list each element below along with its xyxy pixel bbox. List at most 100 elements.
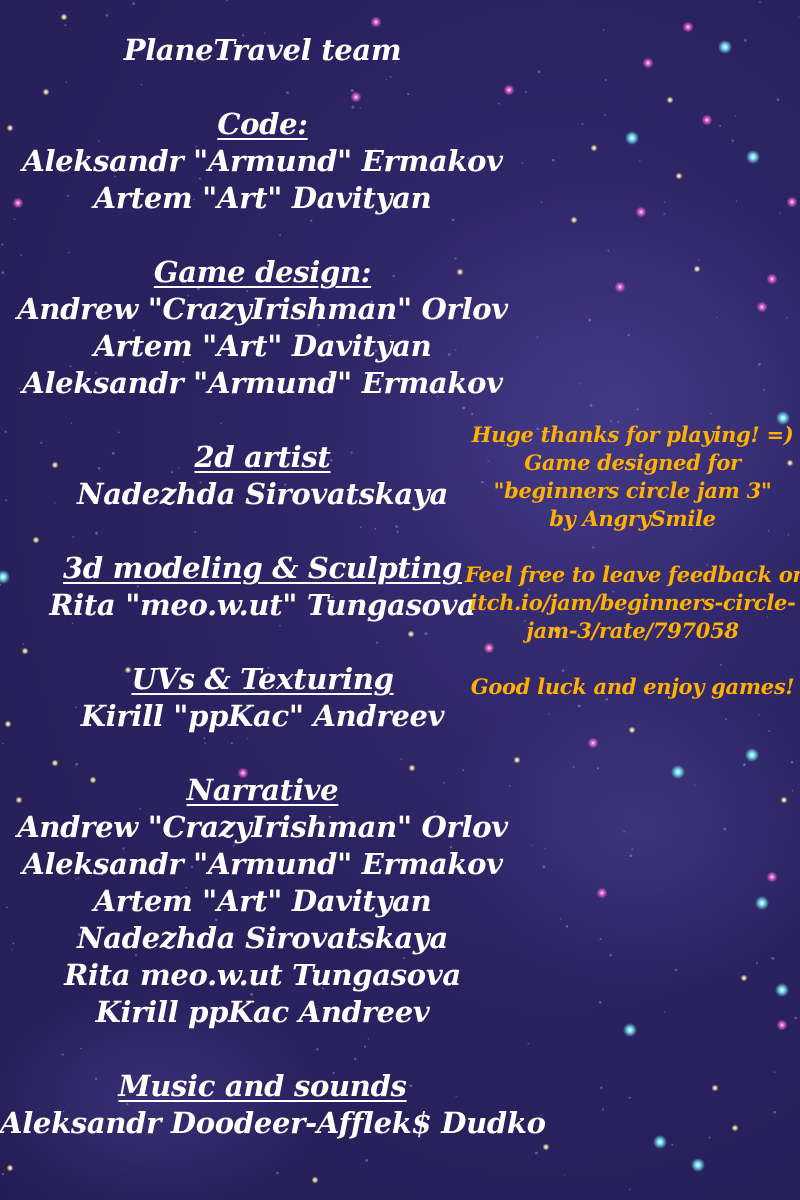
thanks-line: Game designed for [524,450,741,475]
team-title: PlaneTravel team [123,33,402,67]
glow-star [746,150,760,164]
dust-star [778,212,781,215]
feedback-line: Feel free to leave feedback on [465,562,800,587]
glow-star [766,273,778,285]
dust-star [674,968,678,972]
dust-star [731,139,734,142]
thanks-line: Huge thanks for playing! =) [471,422,794,447]
dust-star [527,1042,530,1045]
section-heading-3d-modeling: 3d modeling & Sculpting [63,551,462,585]
dust-star [776,98,780,101]
dust-star [716,316,718,319]
dust-star [629,854,633,858]
dust-star [759,1,761,4]
credits-section-music-sounds: Music and sounds Aleksandr Doodeer-Affle… [0,1068,546,1142]
side-messages: Huge thanks for playing! =) Game designe… [465,421,800,729]
credit-member: Nadezhda Sirovatskaya [77,921,448,955]
credit-member: Aleksandr "Armund" Ermakov [22,144,503,178]
dust-star [663,201,666,204]
glow-star [718,40,732,54]
dust-star [64,24,67,27]
dust-star [600,1086,603,1089]
good-luck-message: Good luck and enjoy games! [465,673,800,701]
credits-section-game-design: Game design: Andrew "CrazyIrishman" Orlo… [0,254,525,402]
glow-star [691,1158,705,1172]
dust-star [791,789,794,792]
glow-star [642,57,654,69]
glow-star [587,737,599,749]
section-heading-game-design: Game design: [153,255,372,289]
dust-star [708,1136,711,1139]
dust-star [755,962,758,965]
credits-section-uvs-texturing: UVs & Texturing Kirill "ppKac" Andreev [0,661,525,735]
dust-star [579,383,581,385]
dust-star [629,1188,631,1191]
dust-star [719,124,722,127]
credit-member: Artem "Art" Davityan [93,884,432,918]
dust-star [531,844,534,847]
dust-star [105,14,109,17]
dust-star [771,956,775,960]
dust-star [798,16,800,18]
glow-star [755,896,769,910]
thanks-message: Huge thanks for playing! =) Game designe… [465,421,800,533]
dust-star [698,259,700,261]
glow-star [671,765,685,779]
thanks-line: "beginners circle jam 3" [493,478,772,503]
dust-star [604,114,606,116]
dust-star [524,90,528,93]
dust-star [773,1110,777,1114]
dust-star [572,766,575,768]
dust-star [709,412,712,415]
credits-section-code: Code: Aleksandr "Armund" Ermakov Artem "… [0,106,525,217]
dust-star [723,827,727,831]
dust-star [671,1143,674,1146]
section-heading-code: Code: [217,107,308,141]
dust-star [596,767,600,770]
feedback-message: Feel free to leave feedback on itch.io/j… [465,561,800,645]
credits-list: PlaneTravel team Code: Aleksandr "Armund… [0,32,546,1179]
dust-star [763,388,766,391]
feedback-line: jam-3/rate/797058 [526,618,739,643]
glow-star [596,887,608,899]
section-heading-uvs-texturing: UVs & Texturing [131,662,394,696]
dust-star [609,953,612,957]
dust-star [790,760,794,764]
dust-star [544,848,546,850]
dust-star [564,1174,566,1176]
credit-member: Kirill ppKac Andreev [95,995,430,1029]
glow-star [756,301,768,313]
dust-star [735,200,738,203]
glow-star [570,216,578,224]
dust-star [598,1001,602,1004]
dust-star [623,830,625,833]
dust-star [132,2,136,5]
glow-star [542,1143,550,1151]
glow-star [675,172,683,180]
credit-member: Artem "Art" Davityan [93,181,432,215]
dust-star [768,730,771,732]
glow-star [786,196,798,208]
dust-star [540,201,543,204]
dust-star [636,408,639,411]
credit-member: Aleksandr "Armund" Ermakov [22,366,503,400]
credit-member: Aleksandr "Armund" Ermakov [22,847,503,881]
credit-member: Kirill "ppKac" Andreev [80,699,445,733]
dust-star [565,925,569,928]
glow-star [731,1124,739,1132]
glow-star [614,281,626,293]
dust-star [631,848,633,851]
glow-star [693,265,701,273]
glow-star [682,21,694,33]
dust-star [604,79,607,81]
glow-star [745,748,759,762]
dust-star [758,362,761,366]
glow-star [776,1019,788,1031]
credit-member: Aleksandr Doodeer-Afflek$ Dudko [0,1106,546,1140]
credit-member: Rita meo.w.ut Tungasova [64,958,461,992]
credit-member: Rita "meo.w.ut" Tungasova [49,588,476,622]
credit-member: Andrew "CrazyIrishman" Orlov [17,292,508,326]
credit-member: Andrew "CrazyIrishman" Orlov [17,810,508,844]
dust-star [560,918,562,920]
glow-star [60,13,68,21]
